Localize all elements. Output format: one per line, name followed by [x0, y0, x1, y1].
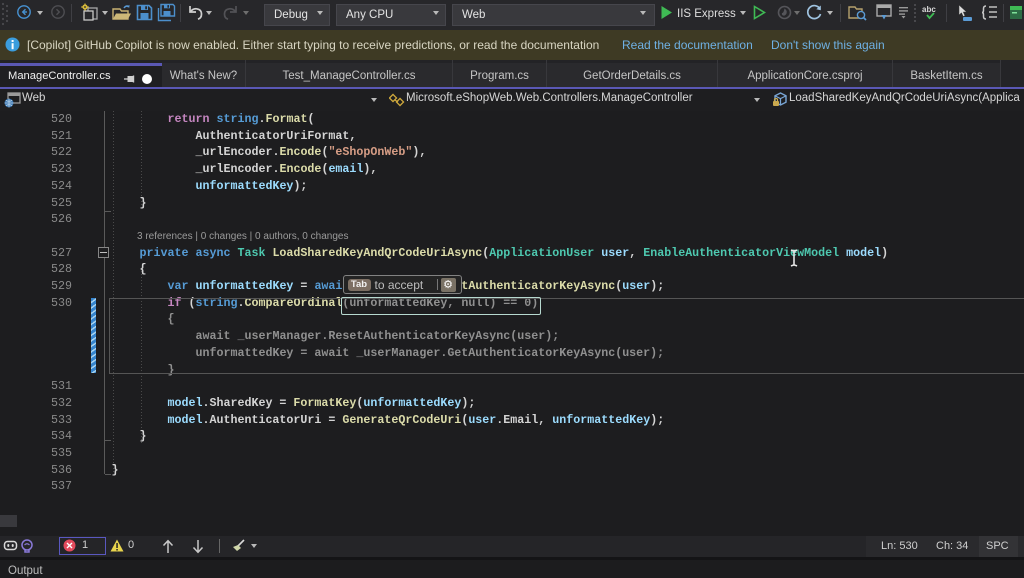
svg-text:abc: abc: [922, 5, 936, 14]
